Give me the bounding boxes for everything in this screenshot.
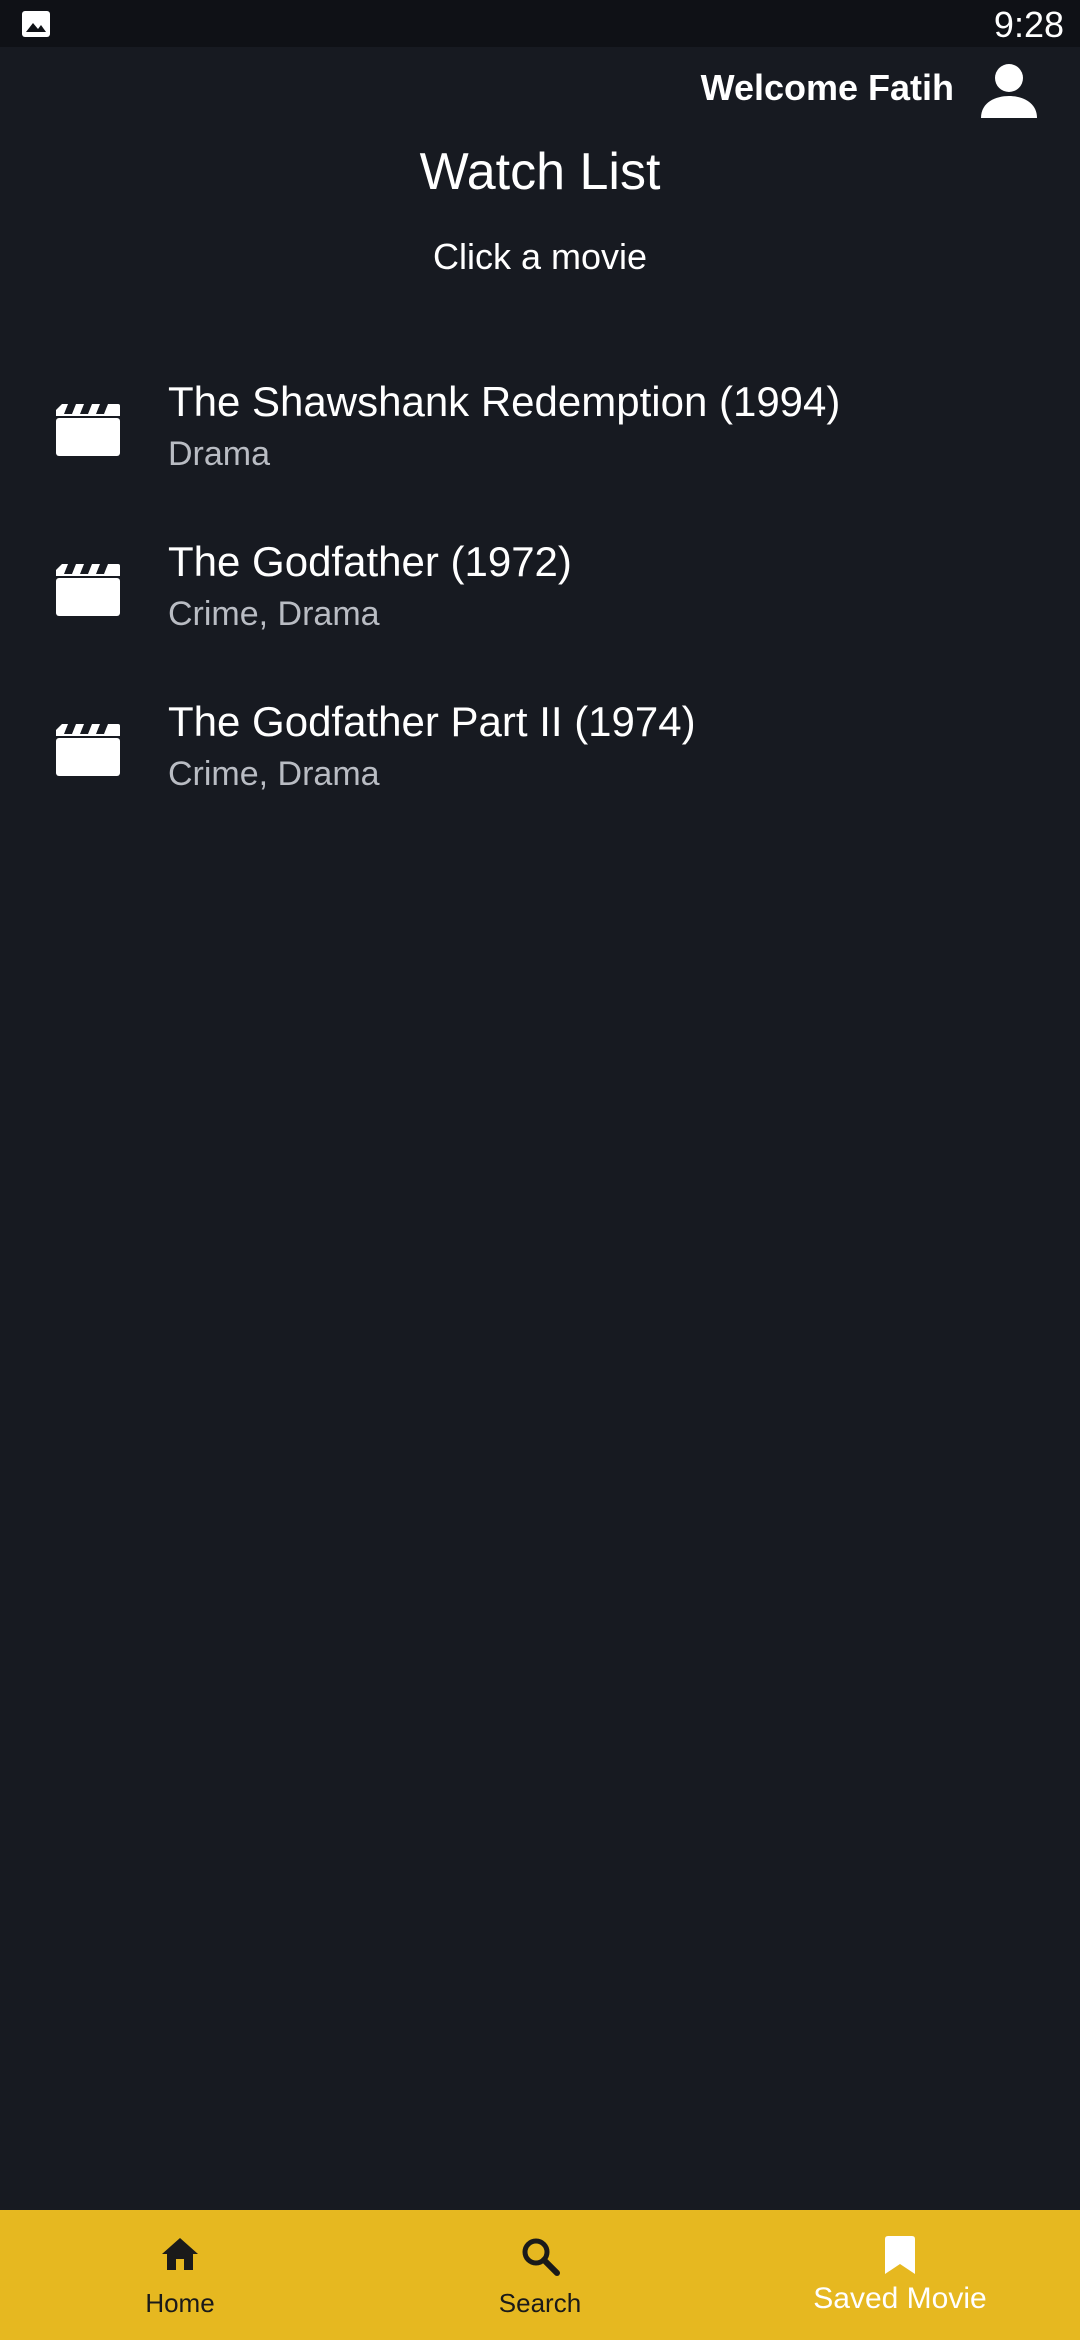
movie-genre: Crime, Drama xyxy=(168,595,380,633)
page-subtitle: Click a movie xyxy=(432,236,648,277)
home-icon xyxy=(162,2238,198,2270)
status-time: 9:28 xyxy=(993,4,1064,45)
movie-list-item[interactable]: The Godfather (1972) Crime, Drama xyxy=(0,510,1080,670)
nav-label-saved-movie: Saved Movie xyxy=(813,2282,987,2315)
bookmark-icon xyxy=(885,2236,915,2274)
movie-title: The Godfather Part II (1974) xyxy=(168,698,696,745)
movie-clapper-icon xyxy=(56,564,120,616)
watch-list-screen: 9:28 Welcome Fatih Watch List Click a mo… xyxy=(0,0,1080,2340)
search-icon xyxy=(522,2238,560,2276)
person-icon[interactable] xyxy=(976,58,1042,124)
nav-label-search: Search xyxy=(498,2288,582,2318)
movie-genre: Crime, Drama xyxy=(168,755,380,793)
nav-saved-movie[interactable]: Saved Movie xyxy=(720,2210,1080,2340)
nav-home[interactable]: Home xyxy=(0,2210,360,2340)
status-bar: 9:28 xyxy=(0,0,1080,47)
movie-title: The Godfather (1972) xyxy=(168,538,572,585)
movie-list: The Shawshank Redemption (1994) Drama Th… xyxy=(0,350,1080,830)
gallery-icon xyxy=(22,11,50,37)
page-title: Watch List xyxy=(419,143,661,201)
movie-genre: Drama xyxy=(168,435,271,473)
movie-list-item[interactable]: The Shawshank Redemption (1994) Drama xyxy=(0,350,1080,510)
movie-list-item[interactable]: The Godfather Part II (1974) Crime, Dram… xyxy=(0,670,1080,830)
movie-clapper-icon xyxy=(56,404,120,456)
nav-label-home: Home xyxy=(145,2288,215,2318)
movie-clapper-icon xyxy=(56,724,120,776)
bottom-navigation: Home Search Saved Movie xyxy=(0,2210,1080,2340)
nav-search[interactable]: Search xyxy=(360,2210,720,2340)
welcome-text: Welcome Fatih xyxy=(700,67,954,108)
movie-title: The Shawshank Redemption (1994) xyxy=(168,378,841,425)
